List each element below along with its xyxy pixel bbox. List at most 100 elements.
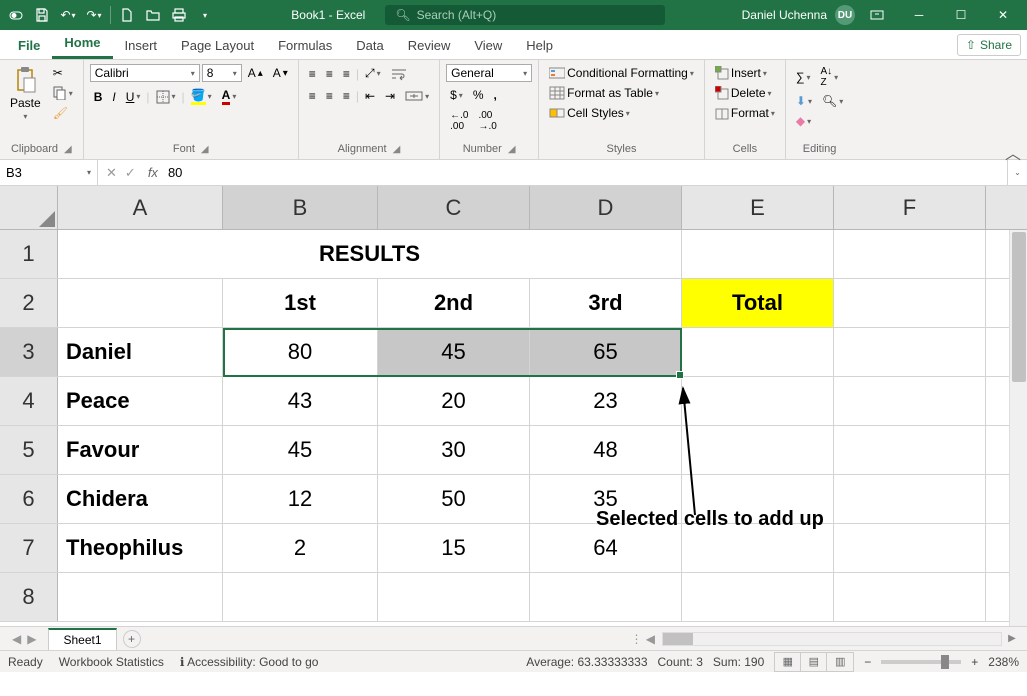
cut-button[interactable]: ✂ <box>49 64 77 82</box>
grid[interactable]: A B C D E F 1 RESULTS 2 1st 2nd 3rd Tota… <box>0 186 1027 626</box>
number-dialog-launcher[interactable]: ◢ <box>508 144 516 155</box>
row-header-3[interactable]: 3 <box>0 328 58 376</box>
font-name-combo[interactable]: Calibri▾ <box>90 64 200 82</box>
cell-C2[interactable]: 2nd <box>378 279 530 327</box>
cell-F5[interactable] <box>834 426 986 474</box>
tab-formulas[interactable]: Formulas <box>266 32 344 59</box>
align-middle-button[interactable]: ≡ <box>322 65 337 83</box>
row-header-8[interactable]: 8 <box>0 573 58 621</box>
font-size-combo[interactable]: 8▾ <box>202 64 242 82</box>
cell-F2[interactable] <box>834 279 986 327</box>
cell-B5[interactable]: 45 <box>223 426 378 474</box>
cell-A7[interactable]: Theophilus <box>58 524 223 572</box>
autosum-button[interactable]: ∑▾ <box>792 68 815 86</box>
hscroll-right[interactable]: ▶ <box>1003 633 1021 644</box>
cell-F7[interactable] <box>834 524 986 572</box>
ribbon-display-options[interactable] <box>857 1 897 29</box>
clipboard-dialog-launcher[interactable]: ◢ <box>64 144 72 155</box>
cell-C5[interactable]: 30 <box>378 426 530 474</box>
format-painter-button[interactable]: 🖌 <box>49 104 77 122</box>
cell-A8[interactable] <box>58 573 223 621</box>
alignment-dialog-launcher[interactable]: ◢ <box>393 144 401 155</box>
page-layout-view-button[interactable]: ▤ <box>801 653 827 671</box>
align-left-button[interactable]: ≡ <box>305 87 320 105</box>
user-name[interactable]: Daniel Uchenna <box>736 8 833 22</box>
cell-B8[interactable] <box>223 573 378 621</box>
cell-A5[interactable]: Favour <box>58 426 223 474</box>
font-color-button[interactable]: A▾ <box>218 86 241 107</box>
col-header-A[interactable]: A <box>58 186 223 229</box>
zoom-in-button[interactable]: + <box>971 655 978 669</box>
col-header-C[interactable]: C <box>378 186 530 229</box>
cell-C6[interactable]: 50 <box>378 475 530 523</box>
undo-button[interactable]: ↶▾ <box>56 3 80 27</box>
col-header-B[interactable]: B <box>223 186 378 229</box>
format-as-table-button[interactable]: Format as Table▾ <box>545 84 663 102</box>
cell-E7[interactable] <box>682 524 834 572</box>
minimize-button[interactable]: ─ <box>899 1 939 29</box>
qat-customize[interactable]: ▾ <box>193 3 217 27</box>
decrease-font-button[interactable]: A▾ <box>269 64 292 82</box>
conditional-formatting-button[interactable]: Conditional Formatting▾ <box>545 64 698 82</box>
add-sheet-button[interactable]: + <box>123 630 141 648</box>
cell-B4[interactable]: 43 <box>223 377 378 425</box>
percent-button[interactable]: % <box>469 86 488 104</box>
zoom-slider[interactable] <box>881 660 961 664</box>
align-center-button[interactable]: ≡ <box>322 87 337 105</box>
cell-A6[interactable]: Chidera <box>58 475 223 523</box>
cell-D3[interactable]: 65 <box>530 328 682 376</box>
row-header-5[interactable]: 5 <box>0 426 58 474</box>
cell-C8[interactable] <box>378 573 530 621</box>
increase-font-button[interactable]: A▴ <box>244 64 267 82</box>
align-bottom-button[interactable]: ≡ <box>339 65 354 83</box>
select-all-corner[interactable] <box>0 186 58 229</box>
cell-B2[interactable]: 1st <box>223 279 378 327</box>
cell-D8[interactable] <box>530 573 682 621</box>
cell-D7[interactable]: 64 <box>530 524 682 572</box>
tab-help[interactable]: Help <box>514 32 565 59</box>
cell-A2[interactable] <box>58 279 223 327</box>
row-header-4[interactable]: 4 <box>0 377 58 425</box>
tab-file[interactable]: File <box>6 32 52 59</box>
align-right-button[interactable]: ≡ <box>339 87 354 105</box>
tab-home[interactable]: Home <box>52 29 112 59</box>
cell-E1[interactable] <box>682 230 834 278</box>
increase-indent-button[interactable]: ⇥ <box>381 87 399 105</box>
formula-input[interactable]: 80 <box>162 165 1007 180</box>
copy-button[interactable]: ▾ <box>49 84 77 102</box>
row-header-7[interactable]: 7 <box>0 524 58 572</box>
user-avatar[interactable]: DU <box>835 5 855 25</box>
row-header-2[interactable]: 2 <box>0 279 58 327</box>
cell-E6[interactable] <box>682 475 834 523</box>
qat-print[interactable] <box>167 3 191 27</box>
fx-icon[interactable]: fx <box>144 165 162 180</box>
cell-F1[interactable] <box>834 230 986 278</box>
cell-A4[interactable]: Peace <box>58 377 223 425</box>
align-top-button[interactable]: ≡ <box>305 65 320 83</box>
format-cells-button[interactable]: Format▾ <box>711 104 779 122</box>
bold-button[interactable]: B <box>90 88 107 106</box>
tab-data[interactable]: Data <box>344 32 395 59</box>
currency-button[interactable]: $▾ <box>446 86 467 104</box>
cell-F3[interactable] <box>834 328 986 376</box>
cell-E3[interactable] <box>682 328 834 376</box>
cell-E2[interactable]: Total <box>682 279 834 327</box>
row-header-1[interactable]: 1 <box>0 230 58 278</box>
wrap-text-button[interactable] <box>387 65 413 83</box>
clear-button[interactable]: ◆▾ <box>792 112 815 130</box>
save-button[interactable] <box>30 3 54 27</box>
col-header-F[interactable]: F <box>834 186 986 229</box>
sheet-nav-prev[interactable]: ◀ <box>12 632 21 646</box>
collapse-ribbon-button[interactable]: ︿ <box>1005 140 1021 164</box>
cell-F4[interactable] <box>834 377 986 425</box>
qat-open-file[interactable] <box>141 3 165 27</box>
row-header-6[interactable]: 6 <box>0 475 58 523</box>
font-dialog-launcher[interactable]: ◢ <box>201 144 209 155</box>
italic-button[interactable]: I <box>108 88 119 106</box>
col-header-E[interactable]: E <box>682 186 834 229</box>
cell-F6[interactable] <box>834 475 986 523</box>
cell-styles-button[interactable]: Cell Styles▾ <box>545 104 634 122</box>
page-break-view-button[interactable]: ▥ <box>827 653 853 671</box>
merge-center-button[interactable]: ▾ <box>401 87 433 105</box>
vertical-scrollbar[interactable] <box>1009 230 1027 626</box>
